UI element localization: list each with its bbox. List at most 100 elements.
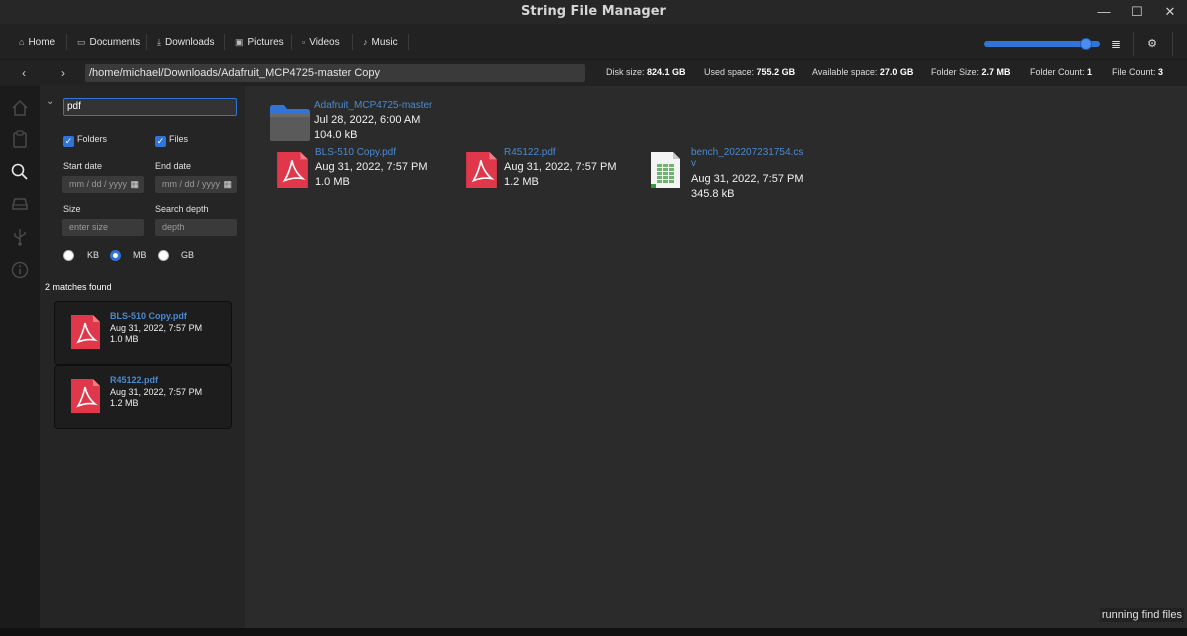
folders-checkbox[interactable]: ✓ [63, 136, 74, 147]
status-message: running find files [1099, 608, 1184, 622]
file-date: Aug 31, 2022, 7:57 PM [691, 173, 804, 185]
unit-gb-radio[interactable] [158, 250, 169, 261]
file-count-stat: File Count: 3 [1112, 67, 1164, 77]
drive-icon[interactable] [10, 194, 30, 214]
bookmark-divider [291, 34, 292, 50]
bookmark-divider [352, 34, 353, 50]
result-size: 1.2 MB [110, 398, 139, 408]
disk-size-stat: Disk size: 824.1 GB [606, 67, 686, 77]
close-button[interactable]: ✕ [1158, 2, 1182, 22]
size-input[interactable]: enter size [62, 219, 144, 236]
bookmark-music[interactable]: ♪ Music [363, 33, 398, 51]
forward-button[interactable]: › [54, 64, 72, 82]
bookmark-documents[interactable]: ▭ Documents [77, 33, 140, 51]
search-input[interactable]: pdf [63, 98, 237, 116]
zoom-slider-thumb[interactable] [1080, 38, 1092, 50]
file-name-wrap[interactable]: v [691, 158, 696, 169]
toolbar-divider [1172, 32, 1173, 56]
file-name[interactable]: bench_202207231754.cs [691, 147, 803, 158]
bookmark-divider [146, 34, 147, 50]
depth-input[interactable]: depth [155, 219, 237, 236]
file-item-folder[interactable]: Adafruit_MCP4725-master Jul 28, 2022, 6:… [269, 100, 479, 146]
window-title: String File Manager [521, 4, 666, 19]
result-name[interactable]: R45122.pdf [110, 375, 158, 385]
unit-kb-radio[interactable] [63, 250, 74, 261]
file-grid: Adafruit_MCP4725-master Jul 28, 2022, 6:… [245, 86, 1187, 628]
unit-mb-radio[interactable] [110, 250, 121, 261]
search-panel: ⌄ pdf ✓ Folders ✓ Files Start date End d… [40, 86, 245, 628]
file-name[interactable]: Adafruit_MCP4725-master [314, 100, 432, 111]
maximize-button[interactable]: ☐ [1125, 2, 1149, 22]
search-result-item[interactable]: BLS-510 Copy.pdf Aug 31, 2022, 7:57 PM 1… [54, 301, 232, 365]
bookmark-label: Videos [309, 37, 340, 48]
folder-size-stat: Folder Size: 2.7 MB [931, 67, 1011, 77]
folder-icon [270, 105, 310, 141]
file-date: Aug 31, 2022, 7:57 PM [504, 161, 617, 173]
picture-icon: ▣ [235, 37, 244, 47]
search-result-item[interactable]: R45122.pdf Aug 31, 2022, 7:57 PM 1.2 MB [54, 365, 232, 429]
bookmark-home[interactable]: ⌂ Home [19, 33, 55, 51]
start-date-label: Start date [63, 161, 103, 171]
info-icon[interactable] [10, 260, 30, 280]
title-bar: String File Manager — ☐ ✕ [0, 0, 1187, 24]
search-icon[interactable] [10, 162, 30, 182]
bookmark-downloads[interactable]: ⤓ Downloads [157, 33, 214, 51]
result-size: 1.0 MB [110, 334, 139, 344]
folder-count-stat: Folder Count: 1 [1030, 67, 1093, 77]
file-size: 1.0 MB [315, 176, 350, 188]
path-input[interactable]: /home/michael/Downloads/Adafruit_MCP4725… [85, 64, 585, 82]
pdf-icon [466, 151, 497, 189]
file-item-pdf[interactable]: R45122.pdf Aug 31, 2022, 7:57 PM 1.2 MB [464, 147, 634, 193]
settings-gear-icon[interactable]: ⚙ [1142, 34, 1162, 54]
file-size: 104.0 kB [314, 129, 358, 141]
pdf-icon [71, 315, 100, 349]
bottom-strip [0, 628, 1187, 636]
home-icon[interactable] [10, 98, 30, 118]
result-name[interactable]: BLS-510 Copy.pdf [110, 311, 187, 321]
file-size: 1.2 MB [504, 176, 539, 188]
file-size: 345.8 kB [691, 188, 735, 200]
start-date-field[interactable]: mm / dd / yyyy ▦ [62, 176, 144, 193]
file-item-pdf[interactable]: BLS-510 Copy.pdf Aug 31, 2022, 7:57 PM 1… [275, 147, 445, 193]
home-icon: ⌂ [19, 37, 25, 47]
zoom-slider[interactable] [984, 38, 1100, 50]
calendar-icon[interactable]: ▦ [130, 176, 139, 193]
pdf-icon [277, 151, 308, 189]
calendar-icon[interactable]: ▦ [223, 176, 232, 193]
video-icon: ▫ [302, 37, 306, 47]
bookmark-divider [224, 34, 225, 50]
download-icon: ⤓ [157, 37, 161, 47]
bookmark-label: Music [371, 37, 398, 48]
bookmark-label: Home [28, 37, 56, 48]
usb-icon[interactable] [10, 227, 30, 247]
bookmark-divider [66, 34, 67, 50]
search-depth-label: Search depth [155, 204, 209, 214]
list-view-icon[interactable]: ≣ [1106, 34, 1126, 54]
file-item-spreadsheet[interactable]: bench_202207231754.cs v Aug 31, 2022, 7:… [649, 147, 829, 207]
end-date-label: End date [155, 161, 192, 171]
back-button[interactable]: ‹ [15, 64, 33, 82]
used-space-stat: Used space: 755.2 GB [704, 67, 796, 77]
unit-kb-label: KB [87, 250, 100, 260]
result-date: Aug 31, 2022, 7:57 PM [110, 323, 203, 333]
bookmark-label: Pictures [247, 37, 284, 48]
unit-gb-label: GB [181, 250, 195, 260]
minimize-button[interactable]: — [1092, 2, 1116, 22]
file-date: Aug 31, 2022, 7:57 PM [315, 161, 428, 173]
unit-mb-label: MB [133, 250, 147, 260]
file-name[interactable]: R45122.pdf [504, 147, 556, 158]
bookmark-label: Downloads [164, 37, 215, 48]
folder-icon: ▭ [77, 37, 86, 47]
match-count: 2 matches found [45, 282, 112, 292]
files-checkbox[interactable]: ✓ [155, 136, 166, 147]
size-label: Size [63, 204, 81, 214]
bookmark-pictures[interactable]: ▣ Pictures [235, 33, 284, 51]
file-name[interactable]: BLS-510 Copy.pdf [315, 147, 396, 158]
bookmark-label: Documents [89, 37, 141, 48]
bookmark-videos[interactable]: ▫ Videos [302, 33, 340, 51]
clipboard-icon[interactable] [10, 129, 30, 149]
folders-label: Folders [77, 134, 108, 144]
collapse-chevron-icon[interactable]: ⌄ [46, 96, 54, 107]
side-rail [0, 86, 40, 628]
end-date-field[interactable]: mm / dd / yyyy ▦ [155, 176, 237, 193]
